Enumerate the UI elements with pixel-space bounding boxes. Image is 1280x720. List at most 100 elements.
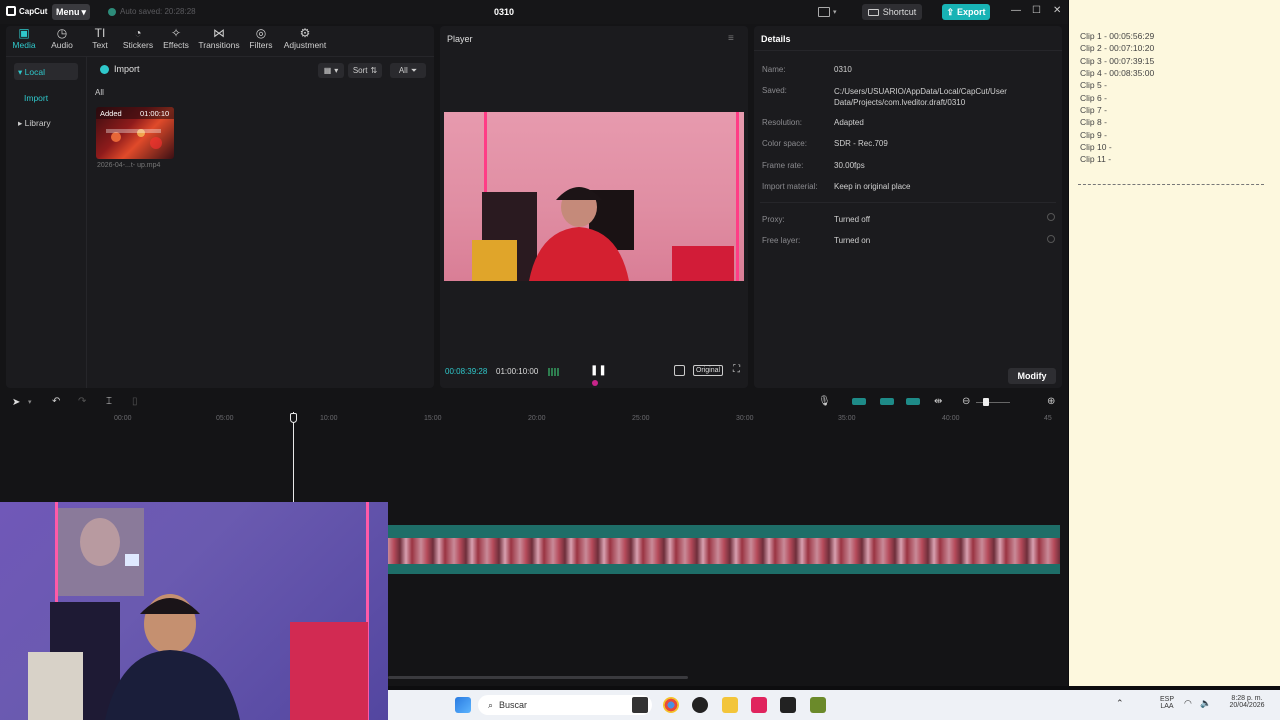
autosave-text: Auto saved: 20:28:28 bbox=[120, 7, 196, 16]
language-indicator[interactable]: ESP LAA bbox=[1156, 696, 1178, 710]
tab-adjustment[interactable]: ⚙ Adjustment bbox=[276, 26, 334, 52]
ruler-mark: 10:00 bbox=[320, 415, 338, 422]
detail-value-frame-rate: 30.00fps bbox=[834, 161, 865, 170]
zoom-slider-track[interactable] bbox=[976, 402, 1010, 403]
app-logo-text: CapCut bbox=[19, 6, 48, 16]
delete-icon[interactable]: ▯ bbox=[132, 396, 138, 407]
detail-label-color-space: Color space: bbox=[762, 139, 807, 148]
chrome-icon[interactable] bbox=[663, 697, 679, 713]
player-video-frame[interactable] bbox=[444, 112, 744, 281]
divider bbox=[754, 50, 1062, 51]
audio-meter-icon bbox=[548, 368, 560, 376]
pause-icon[interactable]: ❚❚ bbox=[590, 365, 607, 376]
tab-effects-label: Effects bbox=[163, 40, 189, 50]
info-icon[interactable] bbox=[1047, 213, 1055, 221]
auto-snap-icon[interactable] bbox=[880, 398, 894, 405]
autosave-status: Auto saved: 20:28:28 bbox=[108, 7, 196, 16]
sidebar-item-import[interactable]: Import bbox=[24, 93, 48, 103]
zoom-in-icon[interactable]: ⊕ bbox=[1047, 396, 1055, 407]
capcut-logo-icon bbox=[6, 6, 16, 16]
tab-effects[interactable]: ✧ Effects bbox=[160, 26, 192, 52]
task-view-icon[interactable] bbox=[632, 697, 648, 713]
clip-filmstrip bbox=[388, 538, 1060, 564]
note-line: Clip 5 - bbox=[1080, 80, 1107, 90]
clip-duration: 01:00:10 bbox=[140, 109, 170, 118]
notepad-taskbar-icon[interactable] bbox=[810, 697, 826, 713]
preview-axis-icon[interactable]: ⇹ bbox=[934, 396, 942, 407]
windows-start-icon[interactable] bbox=[455, 697, 471, 713]
transitions-icon: ⋈ bbox=[213, 26, 225, 40]
adjustment-icon: ⚙ bbox=[299, 26, 311, 40]
video-track-clip[interactable] bbox=[388, 525, 1060, 575]
filter-button-label: All bbox=[398, 66, 408, 75]
menu-lines-icon[interactable]: ≡ bbox=[728, 33, 734, 44]
divider bbox=[760, 202, 1056, 203]
ruler-mark: 45 bbox=[1044, 415, 1052, 422]
autosave-icon bbox=[108, 7, 116, 16]
tab-filters[interactable]: ◎ Filters bbox=[246, 26, 276, 52]
chevron-down-icon[interactable]: ▾ bbox=[28, 398, 32, 406]
player-title: Player bbox=[447, 34, 473, 44]
text-icon: TI bbox=[94, 26, 106, 40]
redo-icon[interactable]: ↷ bbox=[78, 396, 86, 407]
snapshot-icon[interactable] bbox=[674, 365, 685, 376]
sidebar-item-library[interactable]: ▸ Library bbox=[18, 118, 51, 129]
maximize-icon[interactable]: ☐ bbox=[1032, 5, 1041, 16]
tab-adjustment-label: Adjustment bbox=[283, 40, 327, 50]
tab-transitions[interactable]: ⋈ Transitions bbox=[192, 26, 246, 52]
import-button[interactable]: Import bbox=[100, 64, 140, 74]
modify-button[interactable]: Modify bbox=[1008, 368, 1056, 384]
video-frame-image bbox=[472, 112, 739, 281]
magnet-link-icon[interactable] bbox=[852, 398, 866, 405]
info-icon[interactable] bbox=[1047, 235, 1055, 243]
layout-chevron-icon[interactable]: ▾ bbox=[833, 8, 837, 16]
tab-stickers[interactable]: ◔ Stickers bbox=[116, 26, 160, 52]
obs-icon[interactable] bbox=[692, 697, 708, 713]
detail-value-proxy: Turned off bbox=[834, 215, 871, 224]
note-line: Clip 3 - 00:07:39:15 bbox=[1080, 56, 1155, 66]
detail-value-saved: C:/Users/USUARIO/AppData/Local/CapCut/Us… bbox=[834, 87, 1007, 107]
export-button[interactable]: ⇪ Export bbox=[942, 4, 990, 20]
menu-button[interactable]: Menu ▾ bbox=[52, 4, 90, 20]
sort-button-label: Sort bbox=[352, 66, 368, 75]
undo-icon[interactable]: ↶ bbox=[52, 396, 60, 407]
detail-value-free-layer: Turned on bbox=[834, 236, 871, 245]
shortcut-button[interactable]: Shortcut bbox=[862, 4, 922, 20]
view-toggle-button[interactable]: ▦ ▾ bbox=[318, 63, 344, 78]
volume-icon[interactable]: 🔈 bbox=[1200, 698, 1211, 709]
timeline-scrollbar[interactable] bbox=[388, 676, 688, 679]
zoom-slider-handle[interactable] bbox=[983, 398, 989, 406]
sidebar-item-local[interactable]: ▾ Local bbox=[18, 67, 45, 78]
search-placeholder: Buscar bbox=[499, 700, 528, 710]
tiktok-icon[interactable] bbox=[751, 697, 767, 713]
wifi-icon[interactable]: ◠ bbox=[1184, 698, 1192, 709]
original-ratio-button[interactable]: Original bbox=[693, 365, 723, 376]
note-line: Clip 4 - 00:08:35:00 bbox=[1080, 68, 1155, 78]
playhead-line[interactable] bbox=[293, 412, 294, 502]
file-explorer-icon[interactable] bbox=[722, 697, 738, 713]
tab-media[interactable]: ▣ Media bbox=[8, 26, 40, 52]
zoom-out-icon[interactable]: ⊖ bbox=[962, 396, 970, 407]
app-logo: CapCut bbox=[6, 6, 47, 16]
playhead-handle[interactable] bbox=[290, 413, 297, 423]
filter-button[interactable]: All ⏷ bbox=[390, 63, 426, 78]
close-icon[interactable]: ✕ bbox=[1053, 5, 1061, 16]
tab-text-label: Text bbox=[92, 40, 108, 50]
split-icon[interactable]: ⌶ bbox=[106, 396, 112, 407]
note-separator bbox=[1078, 184, 1264, 185]
linkage-icon[interactable] bbox=[906, 398, 920, 405]
microphone-icon[interactable]: 🎙 bbox=[818, 396, 831, 407]
effects-icon: ✧ bbox=[170, 26, 182, 40]
fullscreen-icon[interactable]: ⛶ bbox=[733, 364, 740, 375]
taskbar-search[interactable]: ⌕ Buscar bbox=[478, 695, 652, 715]
taskbar-clock[interactable]: 8:28 p. m. 20/04/2026 bbox=[1222, 695, 1272, 709]
detail-value-color-space: SDR - Rec.709 bbox=[834, 139, 888, 148]
chevron-up-icon[interactable]: ⌃ bbox=[1116, 698, 1124, 709]
capcut-taskbar-icon[interactable] bbox=[780, 697, 796, 713]
select-cursor-icon[interactable]: ➤ bbox=[12, 397, 20, 408]
tab-text[interactable]: TI Text bbox=[84, 26, 116, 52]
tab-audio[interactable]: ◷ Audio bbox=[40, 26, 84, 52]
sort-button[interactable]: Sort ⇅ bbox=[348, 63, 382, 78]
minimize-icon[interactable]: — bbox=[1011, 5, 1021, 16]
layout-icon[interactable] bbox=[818, 7, 830, 17]
